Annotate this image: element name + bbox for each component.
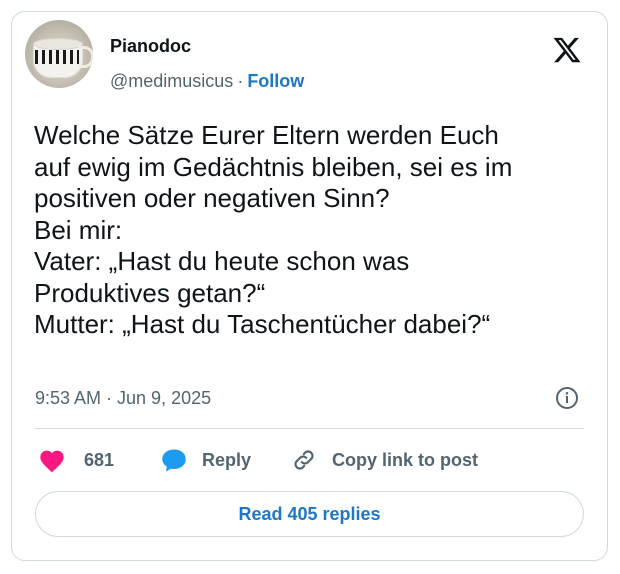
like-count: 681 [84,449,115,470]
like-button[interactable]: 681 [38,445,114,475]
reply-button[interactable]: Reply [160,445,251,475]
author-handle[interactable]: @medimusicus [110,71,233,91]
author-handle-row: @medimusicus · Follow [110,70,304,92]
heart-icon [40,450,64,473]
avatar-piano-keys [35,50,79,64]
info-icon[interactable] [555,386,579,410]
x-logo-icon[interactable] [550,35,584,65]
avatar-cup-rim [33,38,83,50]
read-replies-button[interactable]: Read 405 replies [35,491,584,537]
avatar[interactable] [25,20,93,88]
divider [35,428,584,429]
action-bar: 681 Reply Copy link to post [0,445,620,475]
tweet-text: Welche Sätze Eurer Eltern werden Euch au… [34,120,513,339]
follow-button[interactable]: Follow [247,71,304,91]
tweet-timestamp[interactable]: 9:53 AM · Jun 9, 2025 [35,387,211,409]
speech-bubble-icon [162,449,186,472]
author-name[interactable]: Pianodoc [110,35,191,57]
avatar-cup-handle [79,46,93,68]
copy-link-label: Copy link to post [332,449,478,470]
copy-link-button[interactable]: Copy link to post [290,445,478,475]
reply-label: Reply [202,449,252,470]
separator-dot: · [237,71,244,91]
link-icon [294,450,314,470]
